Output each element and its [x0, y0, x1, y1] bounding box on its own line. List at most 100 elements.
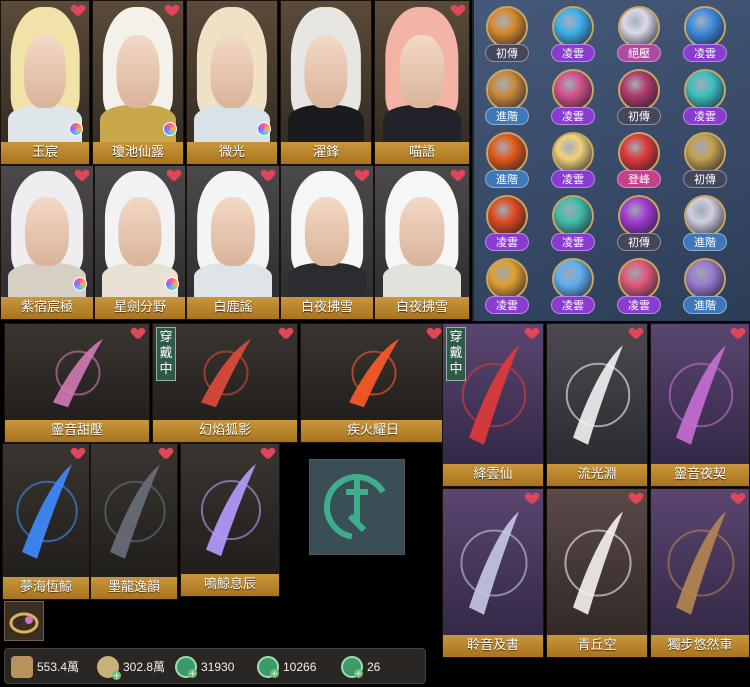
resource-bar: 553.4萬 +302.8萬 +31930 +10266 +26	[4, 648, 426, 684]
skill-slot[interactable]: 凌雲	[682, 6, 728, 64]
item-card[interactable]: 鳴鯨息辰	[180, 443, 280, 597]
portrait-robe	[194, 262, 272, 297]
resource-item: +302.8萬	[97, 653, 165, 680]
skill-slot[interactable]: 凌雲	[550, 6, 596, 64]
portrait-face	[304, 34, 348, 109]
dye-icon	[257, 122, 271, 136]
resource-value: 26	[367, 659, 381, 674]
character-portrait	[187, 1, 277, 142]
skill-icon	[618, 132, 660, 174]
character-card[interactable]: 微光	[186, 0, 278, 165]
skill-rank: 凌雲	[551, 233, 595, 251]
skill-icon	[618, 69, 660, 111]
skill-rank: 凌雲	[551, 107, 595, 125]
skill-icon	[486, 195, 528, 237]
skill-rank: 進階	[683, 296, 727, 314]
character-name: 瓊池仙露	[93, 142, 183, 164]
item-card[interactable]: 流光淵	[546, 323, 648, 487]
character-card[interactable]: 玉宸	[0, 0, 90, 165]
item-card[interactable]: 獨步悠然車	[650, 488, 750, 658]
character-name: 星劍分野	[95, 297, 185, 319]
heart-icon	[262, 448, 274, 459]
dye-icon	[73, 277, 87, 291]
item-card[interactable]: 聆音及書	[442, 488, 544, 658]
skill-rank: 絕壓	[617, 44, 661, 62]
collection-screen: { "characters_row1": [ {"name": "玉宸", "h…	[0, 0, 750, 687]
character-name: 白夜拂雪	[281, 297, 373, 319]
item-art	[53, 338, 103, 408]
portrait-face	[118, 197, 162, 266]
item-name: 疾火耀日	[301, 420, 445, 442]
portrait-face	[116, 34, 160, 109]
skill-slot[interactable]: 凌雲	[550, 195, 596, 253]
add-icon[interactable]: +	[354, 668, 363, 678]
skill-slot[interactable]: 絕壓	[616, 6, 662, 64]
add-icon[interactable]: +	[270, 668, 279, 678]
character-card[interactable]: 星劍分野	[94, 165, 186, 320]
skill-icon	[486, 6, 528, 48]
item-card[interactable]: 夢海恆鯨	[2, 443, 90, 600]
skill-icon	[552, 258, 594, 300]
skill-slot[interactable]: 凌雲	[550, 69, 596, 127]
skill-slot[interactable]: 初傳	[682, 132, 728, 190]
skill-icon	[552, 132, 594, 174]
character-name: 濯鋒	[281, 142, 371, 164]
heart-icon	[452, 170, 464, 181]
item-card[interactable]: 墨龍逸韻	[90, 443, 178, 600]
character-card[interactable]: 白鹿謠	[186, 165, 280, 320]
portrait-robe	[288, 105, 364, 142]
character-name: 白鹿謠	[187, 297, 279, 319]
skill-rank: 凌雲	[551, 170, 595, 188]
skill-icon	[684, 6, 726, 48]
character-card[interactable]: 紫宿宸極	[0, 165, 94, 320]
item-card[interactable]: 靈音甜壓	[4, 323, 150, 443]
heart-icon	[166, 5, 178, 16]
accessory-thumbnail[interactable]	[4, 601, 44, 641]
character-card[interactable]: 白夜拂雪	[374, 165, 470, 320]
heart-icon	[452, 5, 464, 16]
character-portrait	[93, 1, 183, 142]
item-name: 靈音甜壓	[5, 420, 149, 442]
skill-slot[interactable]: 凌雲	[550, 132, 596, 190]
heart-icon	[72, 5, 84, 16]
portrait-face	[23, 34, 67, 109]
skill-slot[interactable]: 初傳	[484, 6, 530, 64]
character-card[interactable]: 濯鋒	[280, 0, 372, 165]
skill-slot[interactable]: 凌雲	[550, 258, 596, 316]
skill-icon	[486, 258, 528, 300]
skill-slot[interactable]: 初傳	[616, 69, 662, 127]
skill-slot[interactable]: 凌雲	[484, 195, 530, 253]
item-name: 夢海恆鯨	[3, 577, 89, 599]
skill-slot[interactable]: 進階	[484, 132, 530, 190]
item-card[interactable]: 靈音夜契	[650, 323, 750, 487]
character-portrait	[187, 166, 279, 297]
skill-rank: 初傳	[617, 107, 661, 125]
item-name: 聆音及書	[443, 635, 543, 657]
character-portrait	[281, 1, 371, 142]
skill-slot[interactable]: 登峰	[616, 132, 662, 190]
character-card[interactable]: 瓊池仙露	[92, 0, 184, 165]
skill-slot[interactable]: 凌雲	[484, 258, 530, 316]
character-name: 白夜拂雪	[375, 297, 469, 319]
skill-icon	[684, 69, 726, 111]
item-card[interactable]: 穿戴中 絳雲仙	[442, 323, 544, 487]
resource-value: 553.4萬	[37, 660, 80, 674]
portrait-robe	[382, 105, 462, 142]
skill-slot[interactable]: 初傳	[616, 195, 662, 253]
add-icon[interactable]: +	[188, 668, 197, 678]
character-card[interactable]: 喵語	[374, 0, 470, 165]
skill-icon	[618, 258, 660, 300]
skill-rank: 初傳	[617, 233, 661, 251]
item-card[interactable]: 穿戴中 幻焰狐影	[152, 323, 298, 443]
character-card[interactable]: 白夜拂雪	[280, 165, 374, 320]
skill-slot[interactable]: 凌雲	[616, 258, 662, 316]
heart-icon	[356, 170, 368, 181]
jade-icon: +	[175, 655, 197, 678]
skill-slot[interactable]: 凌雲	[682, 69, 728, 127]
skill-slot[interactable]: 進階	[484, 69, 530, 127]
item-card[interactable]: 疾火耀日	[300, 323, 446, 443]
item-card[interactable]: 青丘空	[546, 488, 648, 658]
skill-slot[interactable]: 進階	[682, 258, 728, 316]
skill-slot[interactable]: 進階	[682, 195, 728, 253]
add-icon[interactable]: +	[112, 670, 121, 680]
